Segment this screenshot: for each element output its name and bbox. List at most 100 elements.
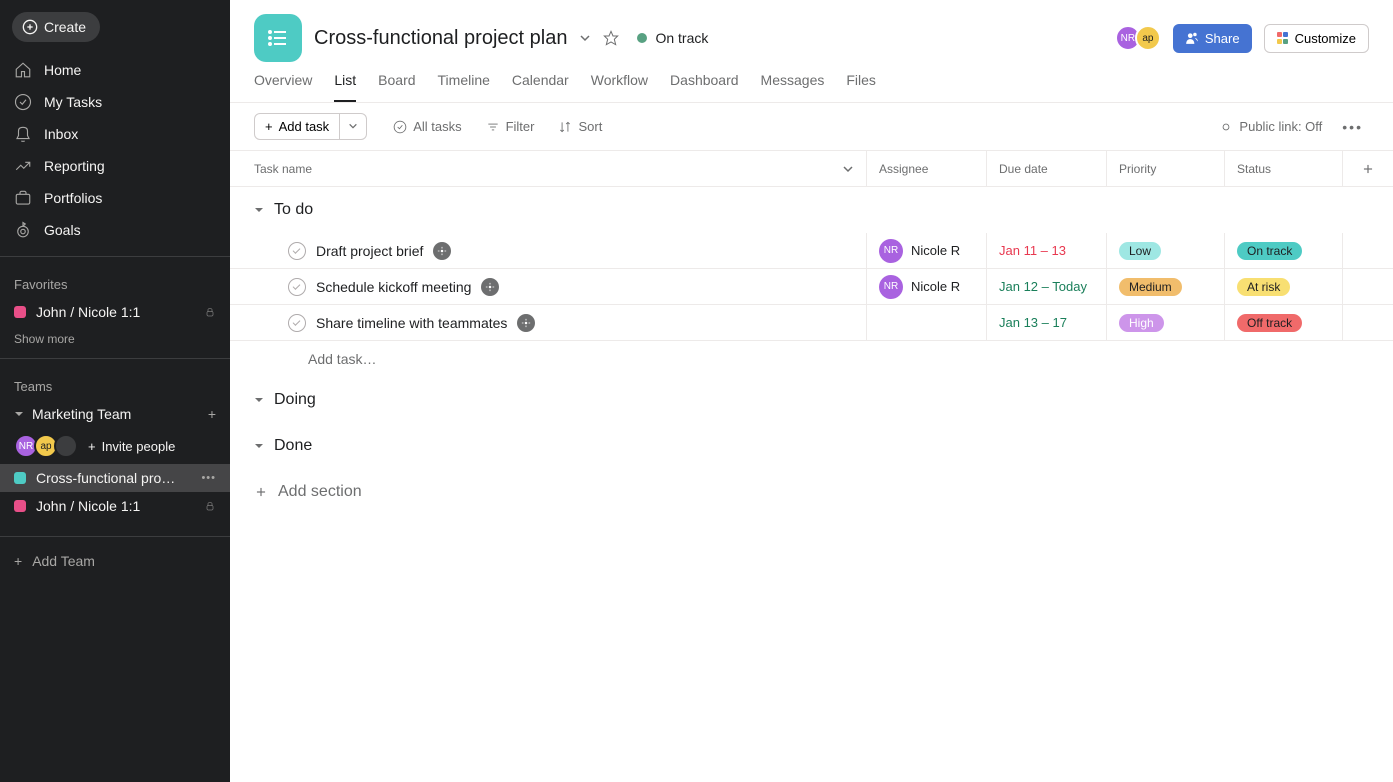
add-task-dropdown[interactable]: [340, 113, 367, 140]
more-icon[interactable]: •••: [201, 472, 216, 484]
home-icon: [14, 61, 32, 79]
assignee-cell[interactable]: [867, 305, 987, 340]
add-team-label: Add Team: [32, 553, 95, 569]
tab-dashboard[interactable]: Dashboard: [670, 72, 739, 102]
tab-files[interactable]: Files: [846, 72, 876, 102]
add-task-inline[interactable]: Add task…: [230, 341, 1393, 377]
plus-icon: [1361, 162, 1375, 176]
bell-icon: [14, 125, 32, 143]
sidebar-item-portfolios[interactable]: Portfolios: [0, 182, 230, 214]
column-header-priority[interactable]: Priority: [1107, 151, 1225, 186]
section-header[interactable]: Doing: [230, 377, 1393, 423]
task-name[interactable]: Draft project brief: [316, 243, 423, 259]
sidebar-item-my-tasks[interactable]: My Tasks: [0, 86, 230, 118]
list-icon: [266, 26, 290, 50]
column-header-assignee[interactable]: Assignee: [867, 151, 987, 186]
status-pill: On track: [1237, 242, 1302, 260]
filter-icon: [486, 120, 500, 134]
more-actions-button[interactable]: •••: [1336, 115, 1369, 139]
tab-messages[interactable]: Messages: [761, 72, 825, 102]
col-task-label: Task name: [254, 162, 312, 176]
avatar: NR: [879, 275, 903, 299]
col-assignee-label: Assignee: [879, 162, 928, 176]
milestone-icon: [481, 278, 499, 296]
add-task-button[interactable]: + Add task: [254, 113, 340, 140]
create-button[interactable]: Create: [12, 12, 100, 42]
favorites-header[interactable]: Favorites: [0, 263, 230, 298]
project-status[interactable]: On track: [631, 26, 714, 50]
priority-cell[interactable]: High: [1107, 305, 1225, 340]
sidebar-item-goals[interactable]: Goals: [0, 214, 230, 246]
task-row[interactable]: Schedule kickoff meeting NR Nicole R Jan 12…: [230, 269, 1393, 305]
sidebar-item-inbox[interactable]: Inbox: [0, 118, 230, 150]
grid-icon: [1277, 32, 1289, 44]
column-header-task[interactable]: Task name: [230, 151, 867, 186]
due-date-cell[interactable]: Jan 13 – 17: [987, 305, 1107, 340]
team-project[interactable]: Cross-functional pro…•••: [0, 464, 230, 492]
task-row[interactable]: Draft project brief NRNicole RJan 11 – 13…: [230, 233, 1393, 269]
milestone-icon: [517, 314, 535, 332]
tab-overview[interactable]: Overview: [254, 72, 312, 102]
col-status-label: Status: [1237, 162, 1271, 176]
column-header-due[interactable]: Due date: [987, 151, 1107, 186]
team-add-icon[interactable]: +: [208, 406, 216, 422]
tab-calendar[interactable]: Calendar: [512, 72, 569, 102]
status-cell[interactable]: Off track: [1225, 305, 1343, 340]
task-row[interactable]: Share timeline with teammates Jan 13 – 17…: [230, 305, 1393, 341]
public-link-button[interactable]: Public link: Off: [1209, 114, 1332, 139]
nav-label: Reporting: [44, 158, 105, 174]
all-tasks-button[interactable]: All tasks: [383, 114, 471, 139]
status-cell[interactable]: On track: [1225, 233, 1343, 268]
chevron-down-icon[interactable]: [842, 163, 854, 175]
sidebar-item-home[interactable]: Home: [0, 54, 230, 86]
avatar[interactable]: ap: [1135, 25, 1161, 51]
status-label: On track: [655, 30, 708, 46]
complete-checkbox[interactable]: [288, 314, 306, 332]
add-column-button[interactable]: [1343, 151, 1393, 186]
assignee-cell[interactable]: NR Nicole R: [867, 269, 987, 304]
priority-cell[interactable]: Low: [1107, 233, 1225, 268]
teams-header[interactable]: Teams: [0, 365, 230, 400]
avatar: NR: [879, 239, 903, 263]
section-header[interactable]: To do: [230, 187, 1393, 233]
sort-button[interactable]: Sort: [548, 114, 612, 139]
filter-button[interactable]: Filter: [476, 114, 545, 139]
title-dropdown-icon[interactable]: [579, 32, 591, 44]
assignee-label: Nicole R: [911, 279, 960, 294]
project-title[interactable]: Cross-functional project plan: [314, 27, 567, 50]
avatar[interactable]: [54, 434, 78, 458]
section-header[interactable]: Done: [230, 423, 1393, 469]
add-section-button[interactable]: Add section: [230, 469, 1393, 515]
assignee-cell[interactable]: NRNicole R: [867, 233, 987, 268]
tab-board[interactable]: Board: [378, 72, 415, 102]
status-dot-icon: [637, 33, 647, 43]
show-more-link[interactable]: Show more: [0, 326, 230, 352]
customize-button[interactable]: Customize: [1264, 24, 1369, 53]
column-header-status[interactable]: Status: [1225, 151, 1343, 186]
sidebar-item-reporting[interactable]: Reporting: [0, 150, 230, 182]
complete-checkbox[interactable]: [288, 242, 306, 260]
task-name[interactable]: Schedule kickoff meeting: [316, 279, 471, 295]
tab-list[interactable]: List: [334, 72, 356, 102]
star-icon[interactable]: [603, 30, 619, 46]
tab-timeline[interactable]: Timeline: [438, 72, 490, 102]
project-icon[interactable]: [254, 14, 302, 62]
priority-cell[interactable]: Medium: [1107, 269, 1225, 304]
chart-icon: [14, 157, 32, 175]
table-header-row: Task name Assignee Due date Priority Sta…: [230, 151, 1393, 187]
share-button[interactable]: Share: [1173, 24, 1252, 53]
due-date-cell[interactable]: Jan 12 – Today: [987, 269, 1107, 304]
due-date-cell[interactable]: Jan 11 – 13: [987, 233, 1107, 268]
section-name: To do: [274, 201, 313, 219]
add-team-button[interactable]: + Add Team: [0, 543, 230, 579]
task-name[interactable]: Share timeline with teammates: [316, 315, 507, 331]
favorite-project[interactable]: John / Nicole 1:1: [0, 298, 230, 326]
priority-pill: Medium: [1119, 278, 1182, 296]
nav-label: My Tasks: [44, 94, 102, 110]
team-project[interactable]: John / Nicole 1:1: [0, 492, 230, 520]
invite-people-button[interactable]: +Invite people: [88, 439, 175, 454]
complete-checkbox[interactable]: [288, 278, 306, 296]
status-cell[interactable]: At risk: [1225, 269, 1343, 304]
team-toggle[interactable]: Marketing Team +: [0, 400, 230, 428]
tab-workflow[interactable]: Workflow: [591, 72, 648, 102]
